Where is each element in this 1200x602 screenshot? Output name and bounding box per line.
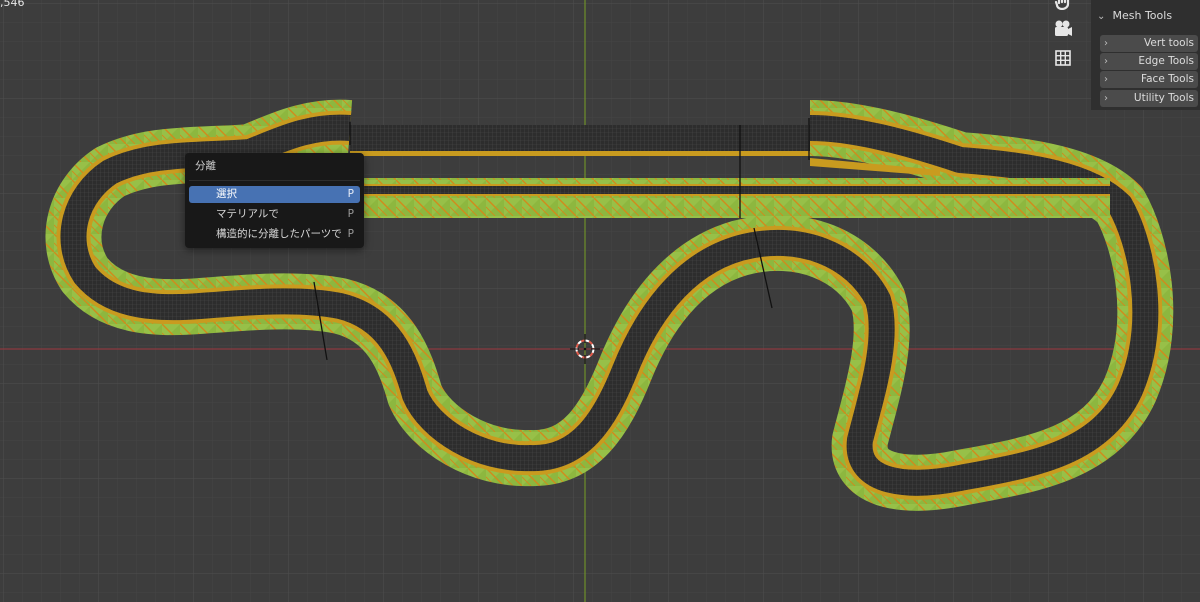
menu-item-shortcut: P bbox=[347, 188, 354, 200]
edge-tools-label: Edge Tools bbox=[1138, 55, 1194, 67]
3d-viewport[interactable]: ,546 ⌄ Mesh Tools › Vert tools › Edge To… bbox=[0, 0, 1200, 602]
vert-tools-subpanel[interactable]: › Vert tools bbox=[1100, 35, 1198, 52]
menu-item-shortcut: P bbox=[347, 228, 354, 240]
menu-item-selection[interactable]: 選択 P bbox=[189, 186, 360, 203]
camera-icon[interactable] bbox=[1052, 19, 1074, 39]
menu-item-label: 構造的に分離したパーツで bbox=[216, 228, 342, 240]
face-tools-label: Face Tools bbox=[1141, 73, 1194, 85]
face-tools-subpanel[interactable]: › Face Tools bbox=[1100, 71, 1198, 88]
chevron-right-icon: › bbox=[1104, 93, 1108, 104]
utility-tools-label: Utility Tools bbox=[1133, 92, 1194, 104]
edge-tools-subpanel[interactable]: › Edge Tools bbox=[1100, 53, 1198, 70]
viewport-stat-readout: ,546 bbox=[0, 0, 25, 9]
grid-view-icon[interactable] bbox=[1052, 48, 1074, 68]
vert-tools-label: Vert tools bbox=[1144, 37, 1194, 49]
menu-divider bbox=[189, 180, 360, 181]
menu-item-by-material[interactable]: マテリアルで P bbox=[189, 206, 360, 223]
mesh-tools-title: Mesh Tools bbox=[1112, 9, 1173, 22]
chevron-down-icon: ⌄ bbox=[1097, 11, 1106, 22]
menu-item-shortcut: P bbox=[347, 208, 354, 220]
viewport-canvas[interactable] bbox=[0, 0, 1200, 602]
chevron-right-icon: › bbox=[1104, 38, 1108, 49]
sidebar-panel: ⌄ Mesh Tools › Vert tools › Edge Tools ›… bbox=[1091, 0, 1200, 110]
mesh-tools-header[interactable]: ⌄ Mesh Tools bbox=[1097, 8, 1172, 24]
menu-item-by-loose-parts[interactable]: 構造的に分離したパーツで P bbox=[189, 226, 360, 243]
menu-title: 分離 bbox=[195, 160, 216, 172]
menu-item-label: マテリアルで bbox=[216, 208, 279, 220]
chevron-right-icon: › bbox=[1104, 74, 1108, 85]
utility-tools-subpanel[interactable]: › Utility Tools bbox=[1100, 90, 1198, 107]
chevron-right-icon: › bbox=[1104, 56, 1108, 67]
menu-item-label: 選択 bbox=[216, 188, 237, 200]
separate-context-menu: 分離 選択 P マテリアルで P 構造的に分離したパーツで P bbox=[185, 153, 364, 248]
hand-pan-icon[interactable] bbox=[1052, 0, 1074, 14]
